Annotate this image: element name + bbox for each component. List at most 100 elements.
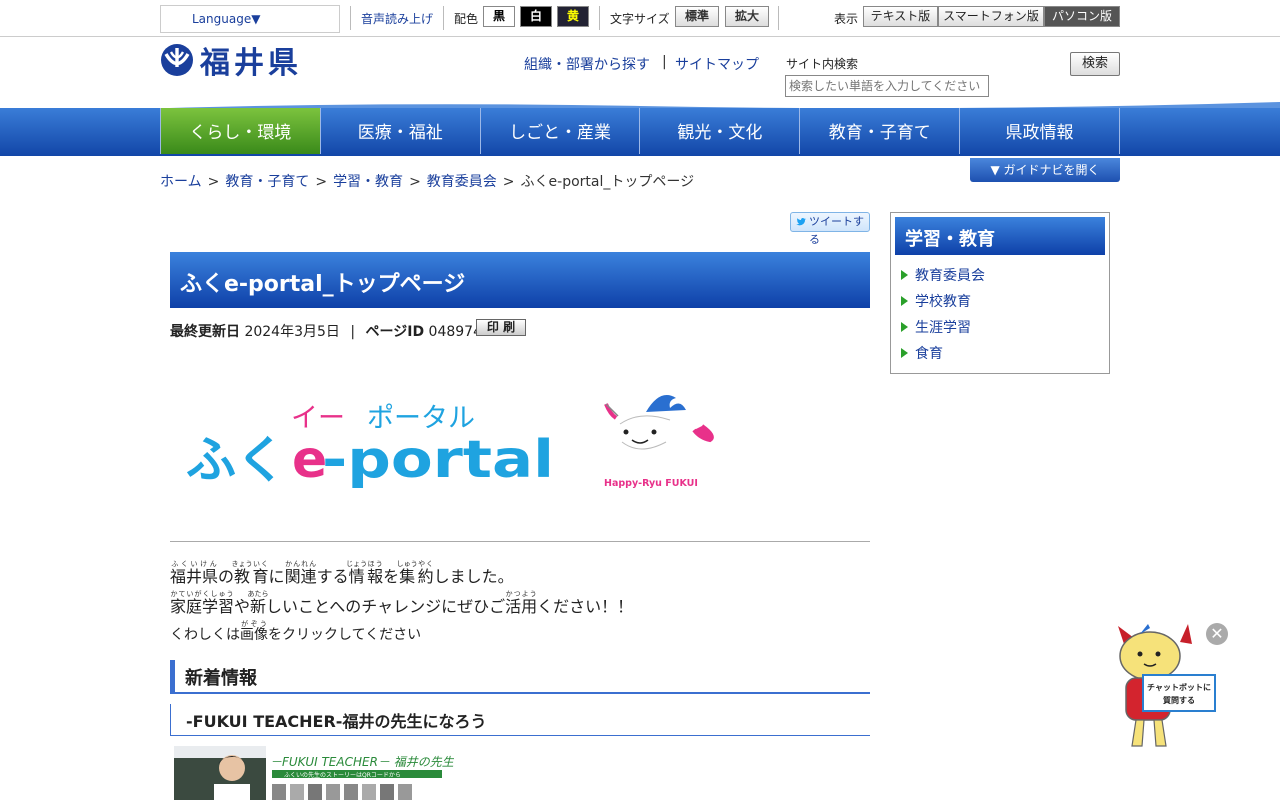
chatbot-sign-line2: 質問する	[1163, 696, 1195, 705]
color-label: 配色	[454, 12, 479, 26]
nav-item-education[interactable]: 教育・子育て	[800, 108, 961, 154]
triangle-bullet-icon	[901, 348, 908, 358]
text-span: しいことへのチャレンジにぜひご	[266, 597, 506, 616]
breadcrumb-separator: >	[409, 174, 421, 190]
triangle-bullet-icon	[901, 296, 908, 306]
ruby-word: 福井県	[170, 567, 219, 586]
display-label: 表示	[834, 12, 859, 26]
chatbot-sign-line1: チャットボットに	[1147, 683, 1211, 692]
ruby-word: 集	[396, 567, 418, 586]
sidebar-heading: 学習・教育	[895, 217, 1105, 255]
intro-line-1: 福井県ふくいけんの教きょう育いくに関連かんれんする情じょう報ほうを集しゅう約やく…	[170, 560, 870, 590]
color-white-button[interactable]: 白	[520, 6, 552, 27]
breadcrumb-learning[interactable]: 学習・教育	[333, 174, 403, 190]
nav-item-medical[interactable]: 医療・福祉	[321, 108, 481, 154]
fontsize-normal-button[interactable]: 標準	[675, 6, 719, 27]
display-text-button[interactable]: テキスト版	[863, 6, 938, 27]
ruby-reading: しゅう	[396, 560, 418, 568]
guide-nav-button[interactable]: ▼ ガイドナビを開く	[970, 158, 1120, 182]
teacher-banner-title: －FUKUI TEACHER－ 福井の先生になろう	[270, 755, 454, 769]
divider	[350, 6, 351, 30]
ruby-word: 報	[367, 567, 384, 586]
text-span: をクリックしてください	[268, 627, 422, 643]
intro-text: 福井県ふくいけんの教きょう育いくに関連かんれんする情じょう報ほうを集しゅう約やく…	[170, 560, 870, 649]
chatbot-sign[interactable]: チャットボットに 質問する	[1142, 674, 1216, 712]
ruby-reading: ふくいけん	[170, 560, 219, 568]
fuku-e-portal-banner[interactable]: イー ポータル ふく e -portal Happy-Ryu FUKUI	[170, 370, 730, 520]
ruby-word: 約	[417, 567, 434, 586]
site-logo[interactable]: 福井県	[160, 42, 302, 81]
nav-item-work[interactable]: しごと・産業	[481, 108, 641, 154]
sidebar-list: 教育委員会 学校教育 生涯学習 食育	[901, 265, 985, 369]
sidebar-item-lifelong[interactable]: 生涯学習	[901, 317, 985, 343]
breadcrumb-separator: >	[502, 174, 515, 190]
meta-divider: |	[350, 324, 356, 340]
ruby-word: 活用	[505, 597, 538, 616]
breadcrumb-education-childcare[interactable]: 教育・子育て	[225, 174, 309, 190]
teacher-heading: -FUKUI TEACHER-福井の先生になろう	[170, 704, 870, 736]
divider-line	[170, 541, 870, 542]
fontsize-large-button[interactable]: 拡大	[725, 6, 769, 27]
display-smartphone-button[interactable]: スマートフォン版	[938, 6, 1044, 27]
language-select[interactable]: Language▼	[160, 5, 340, 33]
ruby-reading: やく	[417, 560, 434, 568]
nav-item-living[interactable]: くらし・環境	[160, 108, 321, 154]
text-span: に	[268, 567, 285, 586]
site-name: 福井県	[200, 46, 302, 81]
search-button[interactable]: 検索	[1070, 52, 1120, 76]
triangle-bullet-icon	[901, 322, 908, 332]
updated-label: 最終更新日	[170, 324, 240, 340]
updated-date: 2024年3月5日	[244, 324, 340, 340]
ruby-reading: いく	[252, 560, 269, 568]
sidebar-item-label: 教育委員会	[915, 268, 985, 284]
teacher-banner-sub: ふくいの先生のストーリーはQRコードから	[284, 771, 401, 779]
display-pc-button[interactable]: パソコン版	[1044, 6, 1120, 27]
tweet-label: ツイートする	[809, 215, 864, 246]
sidebar-item-label: 学校教育	[915, 294, 971, 310]
divider	[443, 6, 444, 30]
color-yellow-button[interactable]: 黄	[557, 6, 589, 27]
text-span: ください！！	[537, 597, 634, 616]
ruby-reading: あたら	[247, 590, 269, 598]
ruby-word: 情	[346, 567, 368, 586]
ruby-word: 画像	[240, 627, 268, 643]
print-button[interactable]: 印 刷	[476, 319, 526, 336]
tweet-button[interactable]: ツイートする	[790, 212, 870, 246]
divider	[778, 6, 779, 30]
sidebar-item-board[interactable]: 教育委員会	[901, 265, 985, 291]
sidebar-item-school[interactable]: 学校教育	[901, 291, 985, 317]
sitemap-link[interactable]: サイトマップ	[675, 54, 759, 74]
ruby-reading: がぞう	[240, 620, 268, 628]
banner-fuku: ふく	[186, 431, 286, 489]
voice-reader-link[interactable]: 音声読み上げ	[361, 10, 433, 27]
fukui-teacher-banner[interactable]: －FUKUI TEACHER－ 福井の先生になろう ふくいの先生のストーリーはQ…	[174, 746, 454, 800]
ruby-reading: じょう	[346, 560, 368, 568]
color-black-button[interactable]: 黒	[483, 6, 515, 27]
nav-item-government[interactable]: 県政情報	[960, 108, 1120, 154]
text-span: しました。	[433, 567, 514, 586]
chatbot-close-icon[interactable]: ✕	[1206, 623, 1228, 645]
sidebar-item-label: 生涯学習	[915, 320, 971, 336]
breadcrumb-separator: >	[315, 174, 328, 190]
intro-line-2: 家庭学習かていがくしゅうや新あたらしいことへのチャレンジにぜひご活用かつようくだ…	[170, 590, 870, 620]
org-search-link[interactable]: 組織・部署から探す	[524, 54, 650, 74]
news-heading: 新着情報	[170, 660, 870, 694]
text-span: くわしくは	[170, 627, 240, 643]
ruby-reading: かつよう	[505, 590, 538, 598]
ruby-word: 育	[252, 567, 269, 586]
happy-ryu-mascot-icon	[604, 395, 714, 450]
mascot-caption: Happy-Ryu FUKUI	[604, 478, 698, 489]
page-id-label: ページID	[365, 324, 425, 340]
triangle-bullet-icon	[901, 270, 908, 280]
breadcrumb-board[interactable]: 教育委員会	[427, 174, 497, 190]
page-meta: 最終更新日 2024年3月5日 | ページID 048974	[170, 321, 482, 341]
search-input[interactable]	[785, 75, 989, 97]
sidebar-item-food[interactable]: 食育	[901, 343, 985, 369]
global-nav: くらし・環境 医療・福祉 しごと・産業 観光・文化 教育・子育て 県政情報	[160, 108, 1120, 154]
breadcrumb-home[interactable]: ホーム	[160, 174, 202, 190]
ruby-reading: きょう	[231, 560, 253, 568]
search-label: サイト内検索	[786, 57, 859, 71]
nav-item-tourism[interactable]: 観光・文化	[640, 108, 801, 154]
breadcrumb-current: ふくe-portal_トップページ	[520, 174, 695, 190]
ruby-word: 家庭学習	[170, 597, 235, 616]
